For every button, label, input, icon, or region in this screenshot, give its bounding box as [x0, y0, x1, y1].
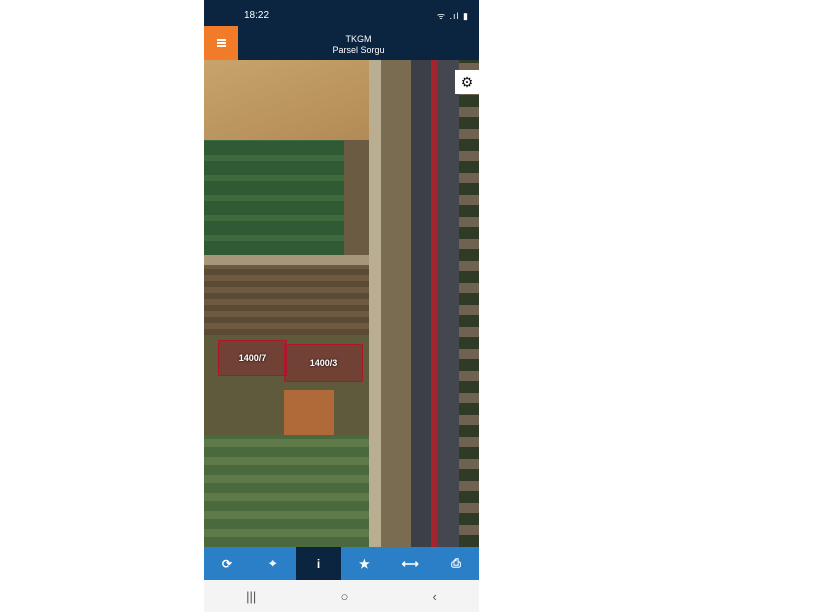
print-icon: ⎙: [451, 556, 461, 570]
info-icon: i: [316, 556, 321, 571]
system-nav-bar: ||| ○ ‹: [204, 580, 479, 612]
parcel-label: 1400/7: [238, 353, 267, 363]
map-field: [204, 140, 344, 255]
menu-icon: [216, 42, 226, 44]
status-time: 18:22: [244, 10, 270, 21]
refresh-button[interactable]: ⟳: [204, 547, 250, 580]
phone-screen: 18:22 ᯤ .ıl ▮ TKGM Parsel Sorgu 1400/7 1: [204, 0, 479, 612]
parcel-1400-3[interactable]: 1400/3: [284, 344, 363, 382]
gear-icon: ⚙: [460, 73, 474, 90]
menu-button[interactable]: [204, 26, 238, 60]
map-field: [204, 60, 369, 140]
bottom-toolbar: ⟳ ⌖ i ★ ⟷ ⎙: [204, 547, 479, 580]
measure-icon: ⟷: [401, 556, 419, 571]
print-button[interactable]: ⎙: [433, 547, 479, 580]
star-icon: ★: [359, 556, 370, 571]
map-road: [437, 60, 459, 547]
map-track: [204, 255, 379, 265]
map-tree-row: [459, 60, 479, 547]
app-title: TKGM: [345, 34, 372, 44]
map-road: [411, 60, 431, 547]
map-dirt-road: [369, 60, 381, 547]
crosshair-icon: ⌖: [269, 556, 277, 570]
parcel-label: 1400/3: [309, 358, 338, 368]
measure-button[interactable]: ⟷: [387, 547, 433, 580]
recent-apps-button[interactable]: |||: [246, 589, 256, 604]
map-field: [204, 265, 379, 335]
app-header: TKGM Parsel Sorgu: [204, 26, 479, 60]
locate-button[interactable]: ⌖: [250, 547, 296, 580]
map-building: [284, 390, 334, 435]
favorite-button[interactable]: ★: [341, 547, 387, 580]
app-subtitle: Parsel Sorgu: [332, 45, 385, 55]
home-button[interactable]: ○: [340, 589, 348, 604]
settings-button[interactable]: ⚙: [455, 70, 479, 94]
status-bar: 18:22 ᯤ .ıl ▮: [204, 0, 479, 26]
map-verge: [381, 60, 411, 547]
header-title-block: TKGM Parsel Sorgu: [238, 34, 479, 56]
refresh-icon: ⟳: [221, 556, 232, 571]
parcel-1400-7[interactable]: 1400/7: [218, 340, 287, 376]
back-button[interactable]: ‹: [433, 589, 437, 604]
satellite-map[interactable]: 1400/7 1400/3 ⚙: [204, 60, 479, 547]
info-button[interactable]: i: [295, 547, 342, 580]
map-field: [204, 435, 379, 547]
status-icons: ᯤ .ıl ▮: [436, 11, 469, 21]
